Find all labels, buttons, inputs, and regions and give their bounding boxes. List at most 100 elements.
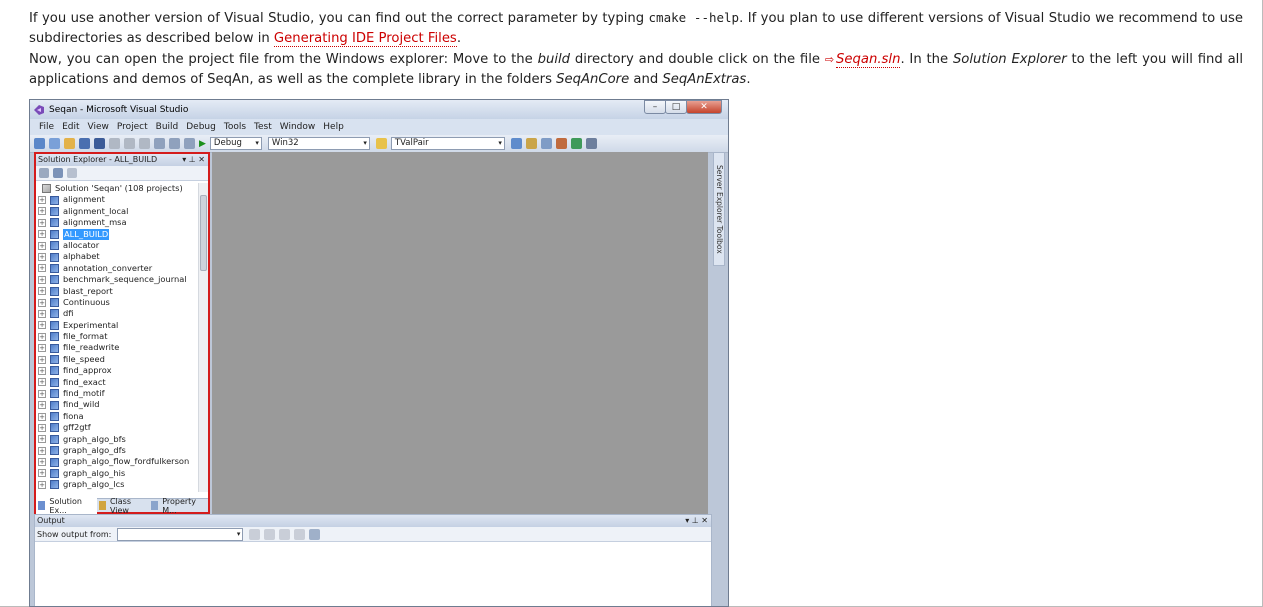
panel-controls[interactable]: ▾ ⊥ ✕ xyxy=(182,154,205,166)
tab-class-view[interactable]: Class View xyxy=(97,497,149,515)
tab-property-manager[interactable]: Property M... xyxy=(149,497,208,515)
refresh-icon[interactable] xyxy=(67,168,77,178)
new-project-icon[interactable] xyxy=(34,138,45,149)
tree-item[interactable]: + file_speed xyxy=(36,354,198,365)
tree-item[interactable]: + ALL_BUILD xyxy=(36,228,198,240)
seqan-sln-link[interactable]: Seqan.sln xyxy=(836,52,901,68)
open-file-icon[interactable] xyxy=(64,138,75,149)
tree-item[interactable]: + find_wild xyxy=(36,399,198,410)
tab-solution-explorer[interactable]: Solution Ex... xyxy=(36,496,97,515)
start-debugging-icon[interactable]: ▶ xyxy=(199,139,206,149)
menu-tools[interactable]: Tools xyxy=(224,122,246,132)
save-all-icon[interactable] xyxy=(94,138,105,149)
prev-message-icon[interactable] xyxy=(264,528,276,540)
solution-root[interactable]: Solution 'Seqan' (108 projects) xyxy=(36,183,198,194)
tree-item[interactable]: + graph_algo_his xyxy=(36,468,198,479)
redo-icon[interactable] xyxy=(169,138,180,149)
server-explorer-toolbox-bar[interactable]: Server Explorer Toolbox xyxy=(713,152,725,266)
expand-icon[interactable]: + xyxy=(38,355,46,364)
tree-item[interactable]: + allocator xyxy=(36,240,198,251)
expand-icon[interactable]: + xyxy=(38,264,46,273)
menu-window[interactable]: Window xyxy=(280,122,316,132)
maximize-button[interactable]: □ xyxy=(665,100,687,114)
expand-icon[interactable]: + xyxy=(38,480,46,489)
expand-icon[interactable]: + xyxy=(38,207,46,216)
menu-test[interactable]: Test xyxy=(254,122,272,132)
tree-item[interactable]: +graph_algo_lis xyxy=(36,491,198,492)
expand-icon[interactable]: + xyxy=(38,230,46,239)
expand-icon[interactable]: + xyxy=(38,458,46,467)
expand-icon[interactable]: + xyxy=(38,378,46,387)
output-source-select[interactable]: ▾ xyxy=(117,527,244,541)
tree-item[interactable]: + fiona xyxy=(36,411,198,422)
tree-item[interactable]: + graph_algo_dfs xyxy=(36,445,198,456)
object-browser-icon[interactable] xyxy=(540,138,552,149)
solution-explorer-icon[interactable] xyxy=(510,138,522,149)
menu-debug[interactable]: Debug xyxy=(186,122,216,132)
save-icon[interactable] xyxy=(79,138,90,149)
expand-icon[interactable]: + xyxy=(38,287,46,296)
add-item-icon[interactable] xyxy=(49,138,60,149)
configuration-select[interactable]: Debug ▾ xyxy=(209,137,262,150)
expand-icon[interactable]: + xyxy=(38,344,46,353)
expand-icon[interactable]: + xyxy=(38,423,46,432)
expand-icon[interactable]: + xyxy=(38,389,46,398)
scroll-thumb[interactable] xyxy=(200,195,207,271)
tree-item[interactable]: + find_exact xyxy=(36,377,198,388)
menu-edit[interactable]: Edit xyxy=(62,122,79,132)
tree-item[interactable]: + alphabet xyxy=(36,251,198,262)
tree-item[interactable]: + Experimental xyxy=(36,320,198,331)
tree-item[interactable]: + graph_algo_bfs xyxy=(36,434,198,445)
show-all-files-icon[interactable] xyxy=(53,168,63,178)
toolbox-icon[interactable] xyxy=(555,138,567,149)
menu-view[interactable]: View xyxy=(88,122,109,132)
expand-icon[interactable]: + xyxy=(38,332,46,341)
expand-icon[interactable]: + xyxy=(38,241,46,250)
tree-item[interactable]: + benchmark_sequence_journal xyxy=(36,274,198,285)
tree-item[interactable]: + annotation_converter xyxy=(36,263,198,274)
expand-icon[interactable]: + xyxy=(38,412,46,421)
next-message-icon[interactable] xyxy=(279,528,291,540)
tree-item[interactable]: + graph_algo_lcs xyxy=(36,479,198,490)
tree-item[interactable]: + dfi xyxy=(36,308,198,319)
find-select[interactable]: TValPair ▾ xyxy=(390,137,505,150)
expand-icon[interactable]: + xyxy=(38,366,46,375)
paste-icon[interactable] xyxy=(139,138,150,149)
navigate-icon[interactable] xyxy=(184,138,195,149)
copy-icon[interactable] xyxy=(124,138,135,149)
tree-item[interactable]: + graph_algo_flow_fordfulkerson xyxy=(36,456,198,467)
close-button[interactable]: ✕ xyxy=(686,100,722,114)
find-message-icon[interactable] xyxy=(249,528,261,540)
minimize-button[interactable]: – xyxy=(644,100,666,114)
tree-item[interactable]: + alignment_local xyxy=(36,206,198,217)
tree-item[interactable]: + find_motif xyxy=(36,388,198,399)
properties-icon[interactable] xyxy=(39,168,49,178)
tree-item[interactable]: + Continuous xyxy=(36,297,198,308)
command-window-icon[interactable] xyxy=(585,138,597,149)
tree-scrollbar[interactable] xyxy=(198,183,208,492)
menu-file[interactable]: File xyxy=(39,122,54,132)
expand-icon[interactable]: + xyxy=(38,309,46,318)
clear-all-icon[interactable] xyxy=(294,528,306,540)
expand-icon[interactable]: + xyxy=(38,253,46,262)
menu-project[interactable]: Project xyxy=(117,122,148,132)
expand-icon[interactable]: + xyxy=(38,298,46,307)
word-wrap-icon[interactable] xyxy=(309,528,321,540)
find-in-files-icon[interactable] xyxy=(375,138,387,149)
expand-icon[interactable]: + xyxy=(38,321,46,330)
tree-item[interactable]: + gff2gtf xyxy=(36,422,198,433)
expand-icon[interactable]: + xyxy=(38,196,46,205)
expand-icon[interactable]: + xyxy=(38,469,46,478)
start-page-icon[interactable] xyxy=(570,138,582,149)
expand-icon[interactable]: + xyxy=(38,218,46,227)
tree-item[interactable]: + alignment_msa xyxy=(36,217,198,228)
expand-icon[interactable]: + xyxy=(38,401,46,410)
platform-select[interactable]: Win32 ▾ xyxy=(267,137,370,150)
tree-item[interactable]: + alignment xyxy=(36,194,198,205)
tree-item[interactable]: + file_format xyxy=(36,331,198,342)
tree-item[interactable]: + blast_report xyxy=(36,286,198,297)
tree-item[interactable]: + find_approx xyxy=(36,365,198,376)
expand-icon[interactable]: + xyxy=(38,435,46,444)
tree-item[interactable]: + file_readwrite xyxy=(36,342,198,353)
generating-ide-link[interactable]: Generating IDE Project Files xyxy=(273,31,457,47)
